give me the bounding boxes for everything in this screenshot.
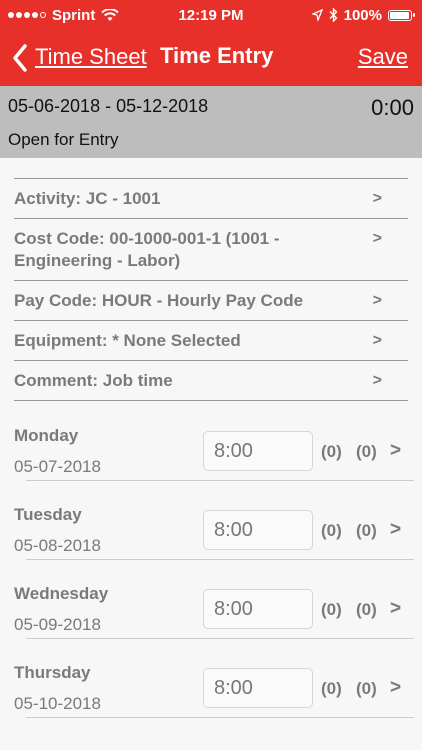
detail-list: Activity: JC - 1001 > Cost Code: 00-1000… [0, 178, 422, 401]
chevron-right-icon[interactable]: > [390, 440, 401, 462]
day-name: Thursday [14, 663, 91, 682]
save-button[interactable]: Save [358, 44, 408, 70]
day-name: Tuesday [14, 505, 82, 524]
nav-bar: Time Sheet Time Entry Save [0, 30, 422, 86]
hours-input[interactable] [203, 510, 313, 550]
chevron-right-icon[interactable]: > [390, 598, 401, 620]
pay-code-label: Pay Code: HOUR - Hourly Pay Code [14, 291, 304, 310]
day-date: 05-10-2018 [14, 694, 101, 713]
pay-code-row[interactable]: Pay Code: HOUR - Hourly Pay Code > [14, 280, 408, 320]
hours-input[interactable] [203, 431, 313, 471]
chevron-right-icon: > [372, 190, 382, 207]
comment-label: Comment: Job time [14, 371, 173, 390]
day-date: 05-07-2018 [14, 457, 101, 476]
equipment-label: Equipment: * None Selected [14, 331, 241, 350]
day-name: Wednesday [14, 584, 109, 603]
divider [14, 400, 408, 401]
activity-row[interactable]: Activity: JC - 1001 > [14, 178, 408, 218]
chevron-right-icon[interactable]: > [390, 519, 401, 541]
back-chevron-icon[interactable] [10, 42, 32, 74]
chevron-right-icon[interactable]: > [390, 677, 401, 699]
period-total: 0:00 [371, 95, 414, 120]
day-list: Monday 05-07-2018 (0) (0) > Tuesday 05-0… [0, 418, 422, 734]
period-header: 05-06-2018 - 05-12-2018 0:00 Open for En… [0, 86, 422, 158]
wifi-icon [101, 8, 120, 21]
divider [26, 638, 414, 639]
divider [26, 559, 414, 560]
cost-code-label: Cost Code: 00-1000-001-1 (1001 - Enginee… [14, 229, 280, 270]
count-b: (0) [356, 679, 377, 698]
status-left: Sprint [8, 6, 120, 24]
count-a: (0) [321, 679, 342, 698]
period-status: Open for Entry [8, 130, 119, 149]
count-a: (0) [321, 521, 342, 540]
day-date: 05-09-2018 [14, 615, 101, 634]
count-a: (0) [321, 442, 342, 461]
divider [26, 717, 414, 718]
hours-input[interactable] [203, 668, 313, 708]
status-right: 100% [311, 6, 415, 24]
count-b: (0) [356, 521, 377, 540]
carrier-label: Sprint [52, 6, 96, 24]
status-bar: Sprint 12:19 PM 100% [0, 0, 422, 30]
back-button[interactable]: Time Sheet [35, 44, 147, 70]
battery-percent: 100% [343, 6, 382, 24]
day-row-tuesday[interactable]: Tuesday 05-08-2018 (0) (0) > [0, 497, 422, 576]
day-row-thursday[interactable]: Thursday 05-10-2018 (0) (0) > [0, 655, 422, 734]
chevron-right-icon: > [372, 372, 382, 389]
chevron-right-icon: > [372, 292, 382, 309]
divider [26, 480, 414, 481]
bluetooth-icon [329, 8, 338, 22]
day-name: Monday [14, 426, 79, 445]
day-row-monday[interactable]: Monday 05-07-2018 (0) (0) > [0, 418, 422, 497]
page-title: Time Entry [160, 43, 274, 68]
period-range: 05-06-2018 - 05-12-2018 [8, 96, 209, 116]
chevron-right-icon: > [372, 332, 382, 349]
activity-label: Activity: JC - 1001 [14, 189, 161, 208]
count-b: (0) [356, 442, 377, 461]
location-icon [311, 9, 323, 21]
day-date: 05-08-2018 [14, 536, 101, 555]
equipment-row[interactable]: Equipment: * None Selected > [14, 320, 408, 360]
battery-icon [388, 9, 415, 21]
signal-icon [8, 12, 46, 18]
comment-row[interactable]: Comment: Job time > [14, 360, 408, 400]
count-a: (0) [321, 600, 342, 619]
chevron-right-icon: > [372, 230, 382, 247]
battery-level [390, 11, 409, 19]
hours-input[interactable] [203, 589, 313, 629]
day-row-wednesday[interactable]: Wednesday 05-09-2018 (0) (0) > [0, 576, 422, 655]
cost-code-row[interactable]: Cost Code: 00-1000-001-1 (1001 - Enginee… [14, 218, 408, 280]
count-b: (0) [356, 600, 377, 619]
